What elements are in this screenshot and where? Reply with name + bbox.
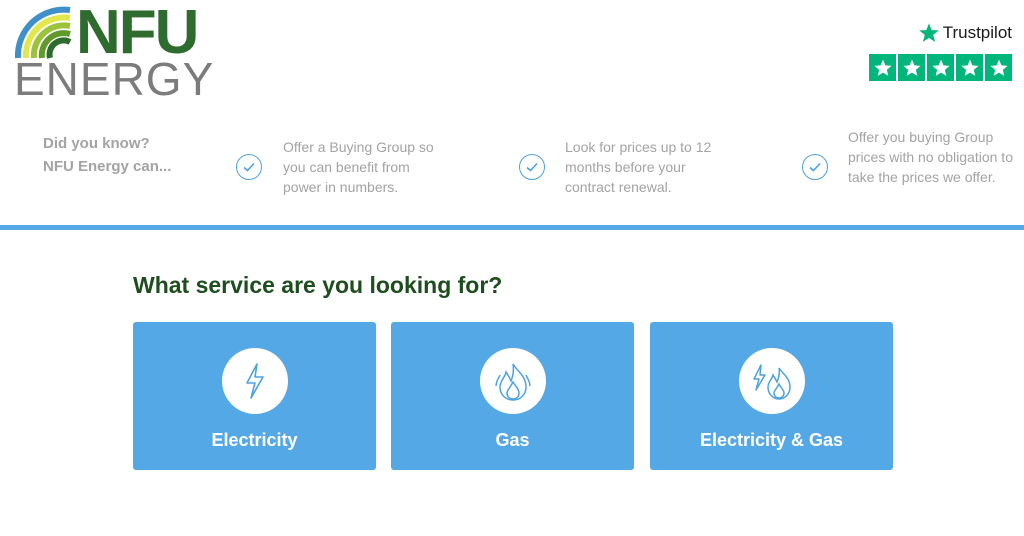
check-circle-icon (802, 154, 828, 180)
check-circle-icon (236, 154, 262, 180)
benefit-text: Offer a Buying Group so you can benefit … (283, 139, 434, 195)
rating-star-icon (927, 54, 954, 81)
flame-icon (479, 348, 546, 414)
service-card-gas[interactable]: Gas (391, 322, 634, 470)
trustpilot-name: Trustpilot (942, 23, 1012, 42)
benefit-text: Look for prices up to 12 months before y… (565, 139, 712, 195)
rating-star-icon (985, 54, 1012, 81)
rating-star-icon (869, 54, 896, 81)
benefits-bar: Did you know? NFU Energy can... Offer a … (0, 120, 1024, 226)
trustpilot-widget[interactable]: Trustpilot (866, 22, 1012, 82)
lightning-flame-icon (738, 348, 805, 414)
trustpilot-star-icon (918, 23, 939, 42)
benefits-intro: Did you know? NFU Energy can... (43, 135, 172, 175)
service-cards: Electricity Gas Electricity & Gas (133, 322, 893, 470)
lightning-icon (221, 348, 288, 414)
rating-star-icon (898, 54, 925, 81)
service-card-label: Gas (495, 430, 530, 450)
service-card-label: Electricity (211, 430, 298, 450)
trustpilot-brand: Trustpilot (918, 22, 1012, 44)
logo-energy-text: ENERGY (14, 53, 215, 105)
benefit-text: Offer you buying Group prices with no ob… (848, 129, 1013, 185)
service-card-electricity[interactable]: Electricity (133, 322, 376, 470)
rating-star-icon (956, 54, 983, 81)
service-card-label: Electricity & Gas (699, 430, 844, 450)
service-card-electricity-and-gas[interactable]: Electricity & Gas (650, 322, 893, 470)
check-circle-icon (519, 154, 545, 180)
nfu-energy-logo[interactable]: NFU ENERGY (14, 2, 215, 105)
section-divider (0, 225, 1024, 230)
logo-arcs-icon (14, 6, 72, 59)
service-heading: What service are you looking for? (133, 272, 503, 298)
trustpilot-rating (869, 54, 1012, 81)
